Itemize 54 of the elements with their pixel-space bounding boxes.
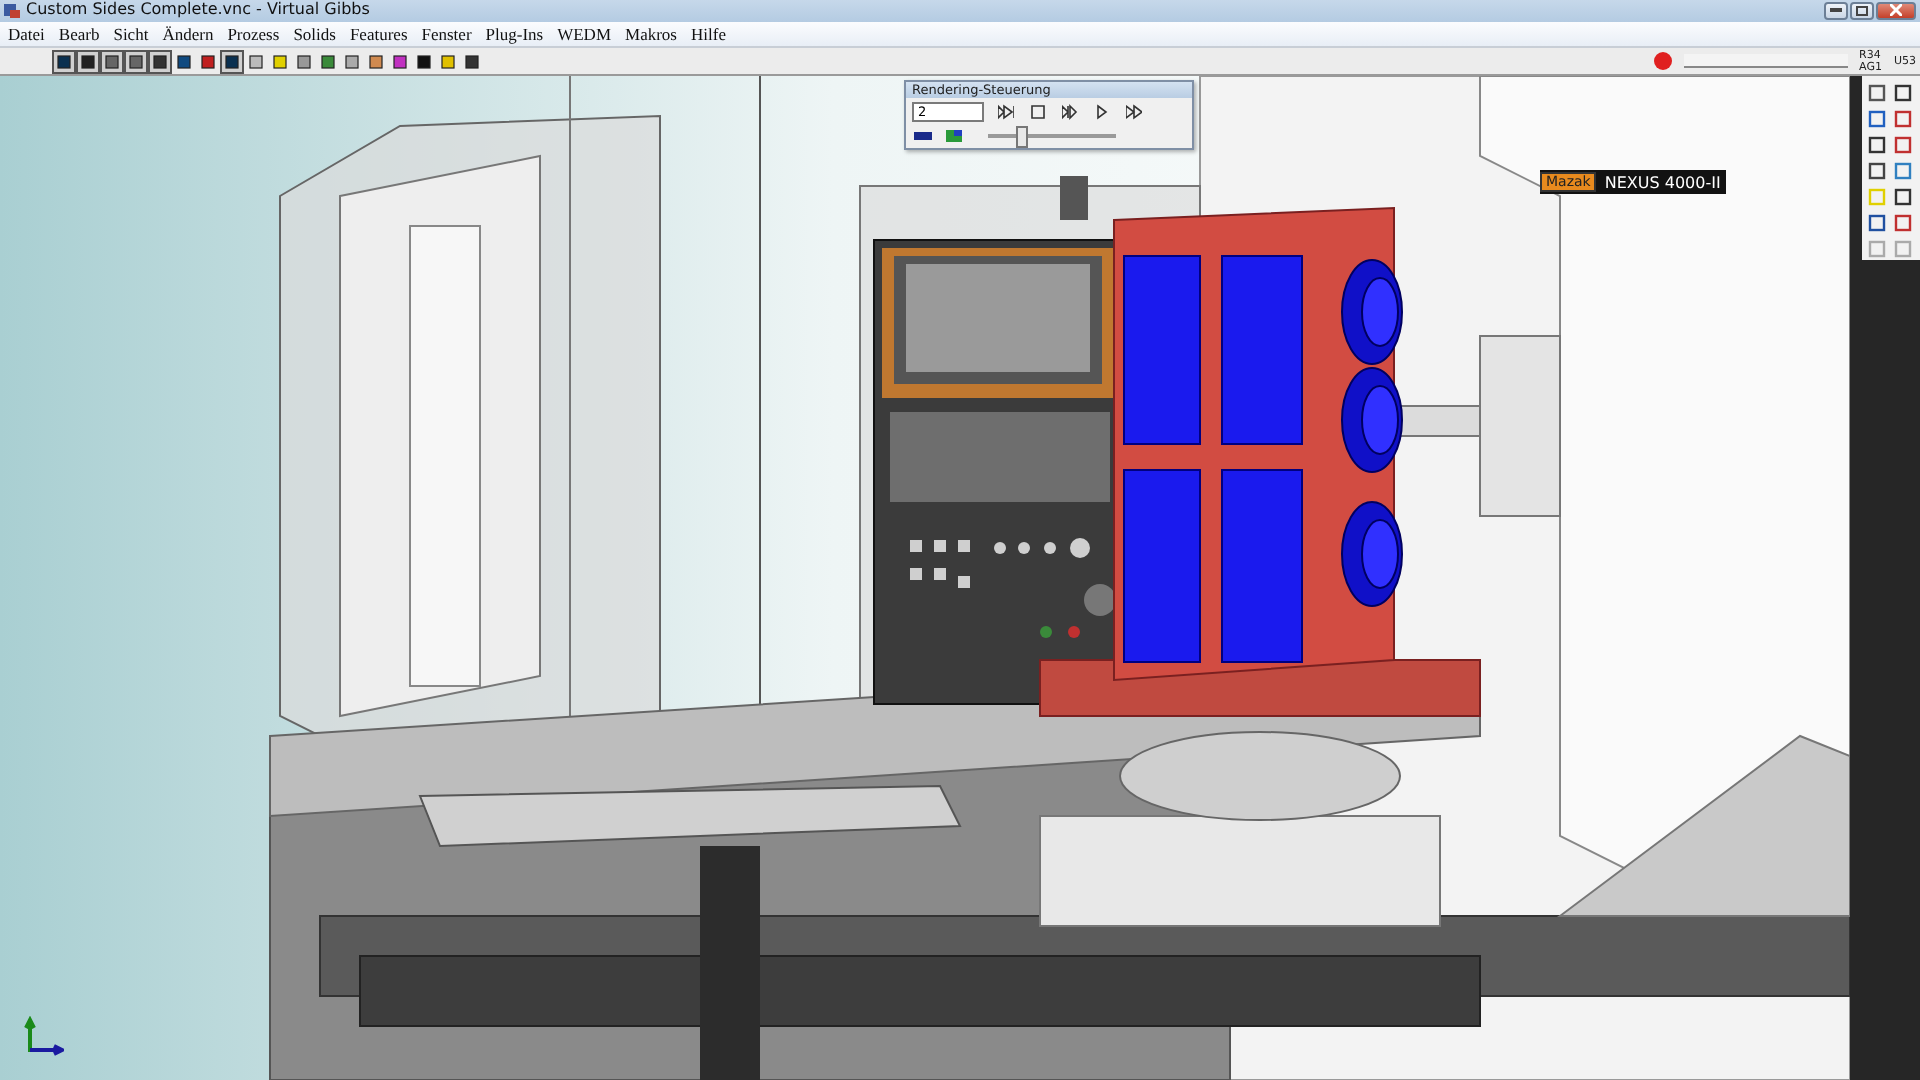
stop-icon[interactable]	[1653, 52, 1672, 71]
toolbar-button[interactable]	[316, 49, 340, 74]
toolbar-button[interactable]	[460, 49, 484, 74]
toolbar-button[interactable]	[1890, 184, 1914, 209]
menu-item[interactable]: Hilfe	[685, 24, 734, 45]
toolbar-button[interactable]	[196, 49, 220, 74]
toolbar-button[interactable]	[1890, 236, 1914, 261]
toolbar-button[interactable]	[52, 49, 76, 74]
shading-button[interactable]	[944, 126, 964, 145]
menu-item[interactable]: Sicht	[107, 24, 157, 45]
menu-item[interactable]: Datei	[2, 24, 53, 45]
close-icon	[1890, 4, 1902, 17]
toolbar-button[interactable]	[1864, 158, 1888, 183]
toolbar-button[interactable]	[124, 49, 148, 74]
menu-item[interactable]: Ändern	[156, 24, 222, 45]
playback-button[interactable]	[1124, 102, 1144, 121]
toolbar-button[interactable]	[1864, 132, 1888, 157]
menu-item[interactable]: Fenster	[415, 24, 480, 45]
playback-button[interactable]	[996, 102, 1016, 121]
toolbar-button[interactable]	[364, 49, 388, 74]
close-button[interactable]	[1876, 1, 1916, 20]
menu-item[interactable]: Features	[343, 24, 416, 45]
toolbar-button[interactable]	[220, 49, 244, 74]
window-title: Custom Sides Complete.vnc - Virtual Gibbs	[26, 0, 370, 21]
model-label: NEXUS 4000-II	[1604, 173, 1721, 192]
toolbar-button[interactable]	[1864, 236, 1888, 261]
toolbar-button[interactable]	[100, 49, 124, 74]
slider-thumb[interactable]	[1016, 125, 1028, 148]
menu-item[interactable]: Plug-Ins	[479, 24, 552, 45]
playback-button[interactable]	[1028, 102, 1048, 121]
maximize-icon	[1856, 5, 1868, 16]
toolbar-button[interactable]	[76, 49, 100, 74]
axis-icon	[24, 1016, 64, 1057]
menu-item[interactable]: WEDM	[551, 24, 620, 45]
render-mode-button[interactable]	[912, 126, 932, 145]
toolbar-button[interactable]	[1864, 210, 1888, 235]
toolbar-button[interactable]	[412, 49, 436, 74]
toolbar-button[interactable]	[388, 49, 412, 74]
playback-button[interactable]	[1092, 102, 1112, 121]
toolbar-button[interactable]	[340, 49, 364, 74]
menu-item[interactable]: Bearb	[52, 24, 108, 45]
playback-button[interactable]	[1060, 102, 1080, 121]
menu-item[interactable]: Makros	[619, 24, 685, 45]
menu-item[interactable]: Prozess	[221, 24, 288, 45]
maximize-button[interactable]	[1850, 1, 1874, 20]
menu-item[interactable]: Solids	[287, 24, 344, 45]
minimize-icon	[1830, 8, 1842, 13]
toolbar-button[interactable]	[1890, 80, 1914, 105]
app-icon	[4, 2, 20, 19]
toolbar-button[interactable]	[1864, 80, 1888, 105]
toolbar-button[interactable]	[172, 49, 196, 74]
minimize-button[interactable]	[1824, 1, 1848, 20]
toolbar-button[interactable]	[148, 49, 172, 74]
toolbar-button[interactable]	[292, 49, 316, 74]
